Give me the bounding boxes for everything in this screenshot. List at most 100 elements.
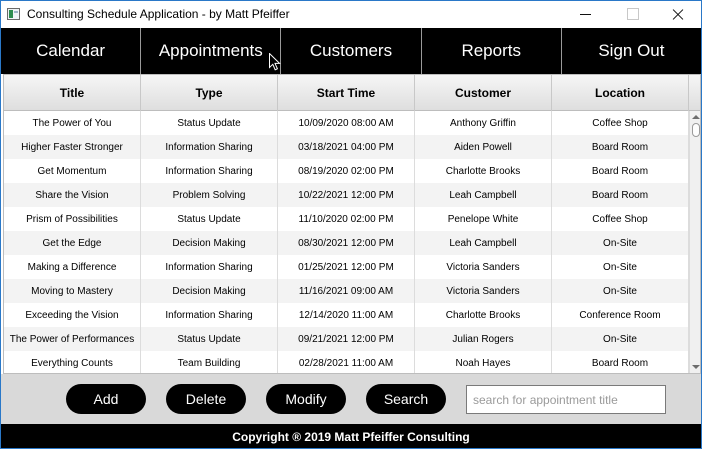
table-row[interactable]: The Power of Performances Status Update 09… [4,327,689,351]
cell-start-time: 03/18/2021 04:00 PM [278,135,415,159]
cell-type: Team Building [141,351,278,373]
modify-button[interactable]: Modify [266,384,346,414]
cell-type: Information Sharing [141,255,278,279]
search-button[interactable]: Search [366,384,446,414]
cell-location: On-Site [552,231,689,255]
cell-location: Conference Room [552,303,689,327]
cell-type: Information Sharing [141,303,278,327]
cell-customer: Anthony Griffin [415,111,552,135]
cell-customer: Victoria Sanders [415,279,552,303]
nav-customers[interactable]: Customers [280,28,420,74]
table-row[interactable]: Moving to Mastery Decision Making 11/16/20… [4,279,689,303]
app-icon [7,8,20,20]
cell-start-time: 08/30/2021 12:00 PM [278,231,415,255]
cell-type: Information Sharing [141,135,278,159]
cell-location: Board Room [552,135,689,159]
table-row[interactable]: Get Momentum Information Sharing 08/19/202… [4,159,689,183]
cell-location: On-Site [552,327,689,351]
cell-customer: Leah Campbell [415,231,552,255]
table-row[interactable]: Higher Faster Stronger Information Sharin… [4,135,689,159]
cell-customer: Aiden Powell [415,135,552,159]
cell-title: The Power of Performances [4,327,141,351]
cell-start-time: 11/10/2020 02:00 PM [278,207,415,231]
column-header-title[interactable]: Title [4,75,141,111]
cell-customer: Charlotte Brooks [415,159,552,183]
cell-type: Problem Solving [141,183,278,207]
delete-button[interactable]: Delete [166,384,246,414]
column-header-location[interactable]: Location [552,75,689,111]
table-row[interactable]: Making a Difference Information Sharing 01… [4,255,689,279]
cell-start-time: 09/21/2021 12:00 PM [278,327,415,351]
table-row[interactable]: Share the Vision Problem Solving 10/22/202… [4,183,689,207]
cell-location: On-Site [552,279,689,303]
table-row[interactable]: Prism of Possibilities Status Update 11/10… [4,207,689,231]
cell-location: Coffee Shop [552,207,689,231]
window-title: Consulting Schedule Application - by Mat… [27,7,290,21]
cell-start-time: 12/14/2020 11:00 AM [278,303,415,327]
cell-start-time: 08/19/2020 02:00 PM [278,159,415,183]
cell-customer: Julian Rogers [415,327,552,351]
add-button[interactable]: Add [66,384,146,414]
copyright-footer: Copyright ® 2019 Matt Pfeiffer Consultin… [1,424,701,448]
nav-calendar[interactable]: Calendar [1,28,140,74]
title-bar: Consulting Schedule Application - by Mat… [1,1,701,28]
cell-start-time: 02/28/2021 11:00 AM [278,351,415,373]
table-row[interactable]: Get the Edge Decision Making 08/30/2021 12… [4,231,689,255]
cell-location: Coffee Shop [552,111,689,135]
close-icon[interactable] [655,1,701,28]
cell-location: On-Site [552,255,689,279]
cell-customer: Charlotte Brooks [415,303,552,327]
cell-customer: Victoria Sanders [415,255,552,279]
cell-customer: Leah Campbell [415,183,552,207]
cell-title: Get the Edge [4,231,141,255]
cell-start-time: 11/16/2021 09:00 AM [278,279,415,303]
cell-start-time: 01/25/2021 12:00 PM [278,255,415,279]
table-row[interactable]: Everything Counts Team Building 02/28/2021… [4,351,689,373]
column-header-customer[interactable]: Customer [415,75,552,111]
scroll-thumb[interactable] [692,123,700,137]
cell-type: Decision Making [141,279,278,303]
cell-title: Prism of Possibilities [4,207,141,231]
cell-location: Board Room [552,183,689,207]
search-input[interactable] [466,385,666,414]
minimize-icon[interactable] [563,1,609,28]
maximize-icon[interactable] [609,1,655,28]
appointments-table: Title Type Start Time Customer Location … [3,74,701,374]
scroll-down-icon[interactable] [692,365,700,369]
nav-sign-out[interactable]: Sign Out [560,28,701,74]
app-window: Consulting Schedule Application - by Mat… [0,0,702,449]
cell-start-time: 10/22/2021 12:00 PM [278,183,415,207]
table-row[interactable]: The Power of You Status Update 10/09/2020 … [4,111,689,135]
main-nav: Calendar Appointments Customers Reports … [1,28,701,74]
cell-type: Status Update [141,327,278,351]
cell-title: Moving to Mastery [4,279,141,303]
cell-title: Exceeding the Vision [4,303,141,327]
nav-appointments[interactable]: Appointments [140,28,280,74]
header-filler [689,75,700,111]
scroll-up-icon[interactable] [692,115,700,119]
nav-reports[interactable]: Reports [420,28,561,74]
cell-location: Board Room [552,159,689,183]
cell-type: Decision Making [141,231,278,255]
action-bar: Add Delete Modify Search [1,374,701,424]
cell-type: Information Sharing [141,159,278,183]
mouse-cursor-icon [269,53,281,71]
table-body: The Power of You Status Update 10/09/2020 … [4,111,689,373]
cell-title: Making a Difference [4,255,141,279]
cell-customer: Noah Hayes [415,351,552,373]
cell-type: Status Update [141,207,278,231]
cell-location: Board Room [552,351,689,373]
column-header-start-time[interactable]: Start Time [278,75,415,111]
table-header: Title Type Start Time Customer Location [4,75,689,111]
cell-title: Get Momentum [4,159,141,183]
vertical-scrollbar[interactable] [689,111,700,373]
cell-customer: Penelope White [415,207,552,231]
table-row[interactable]: Exceeding the Vision Information Sharing 1… [4,303,689,327]
column-header-type[interactable]: Type [141,75,278,111]
cell-title: The Power of You [4,111,141,135]
cell-title: Share the Vision [4,183,141,207]
cell-title: Higher Faster Stronger [4,135,141,159]
cell-type: Status Update [141,111,278,135]
cell-title: Everything Counts [4,351,141,373]
cell-start-time: 10/09/2020 08:00 AM [278,111,415,135]
